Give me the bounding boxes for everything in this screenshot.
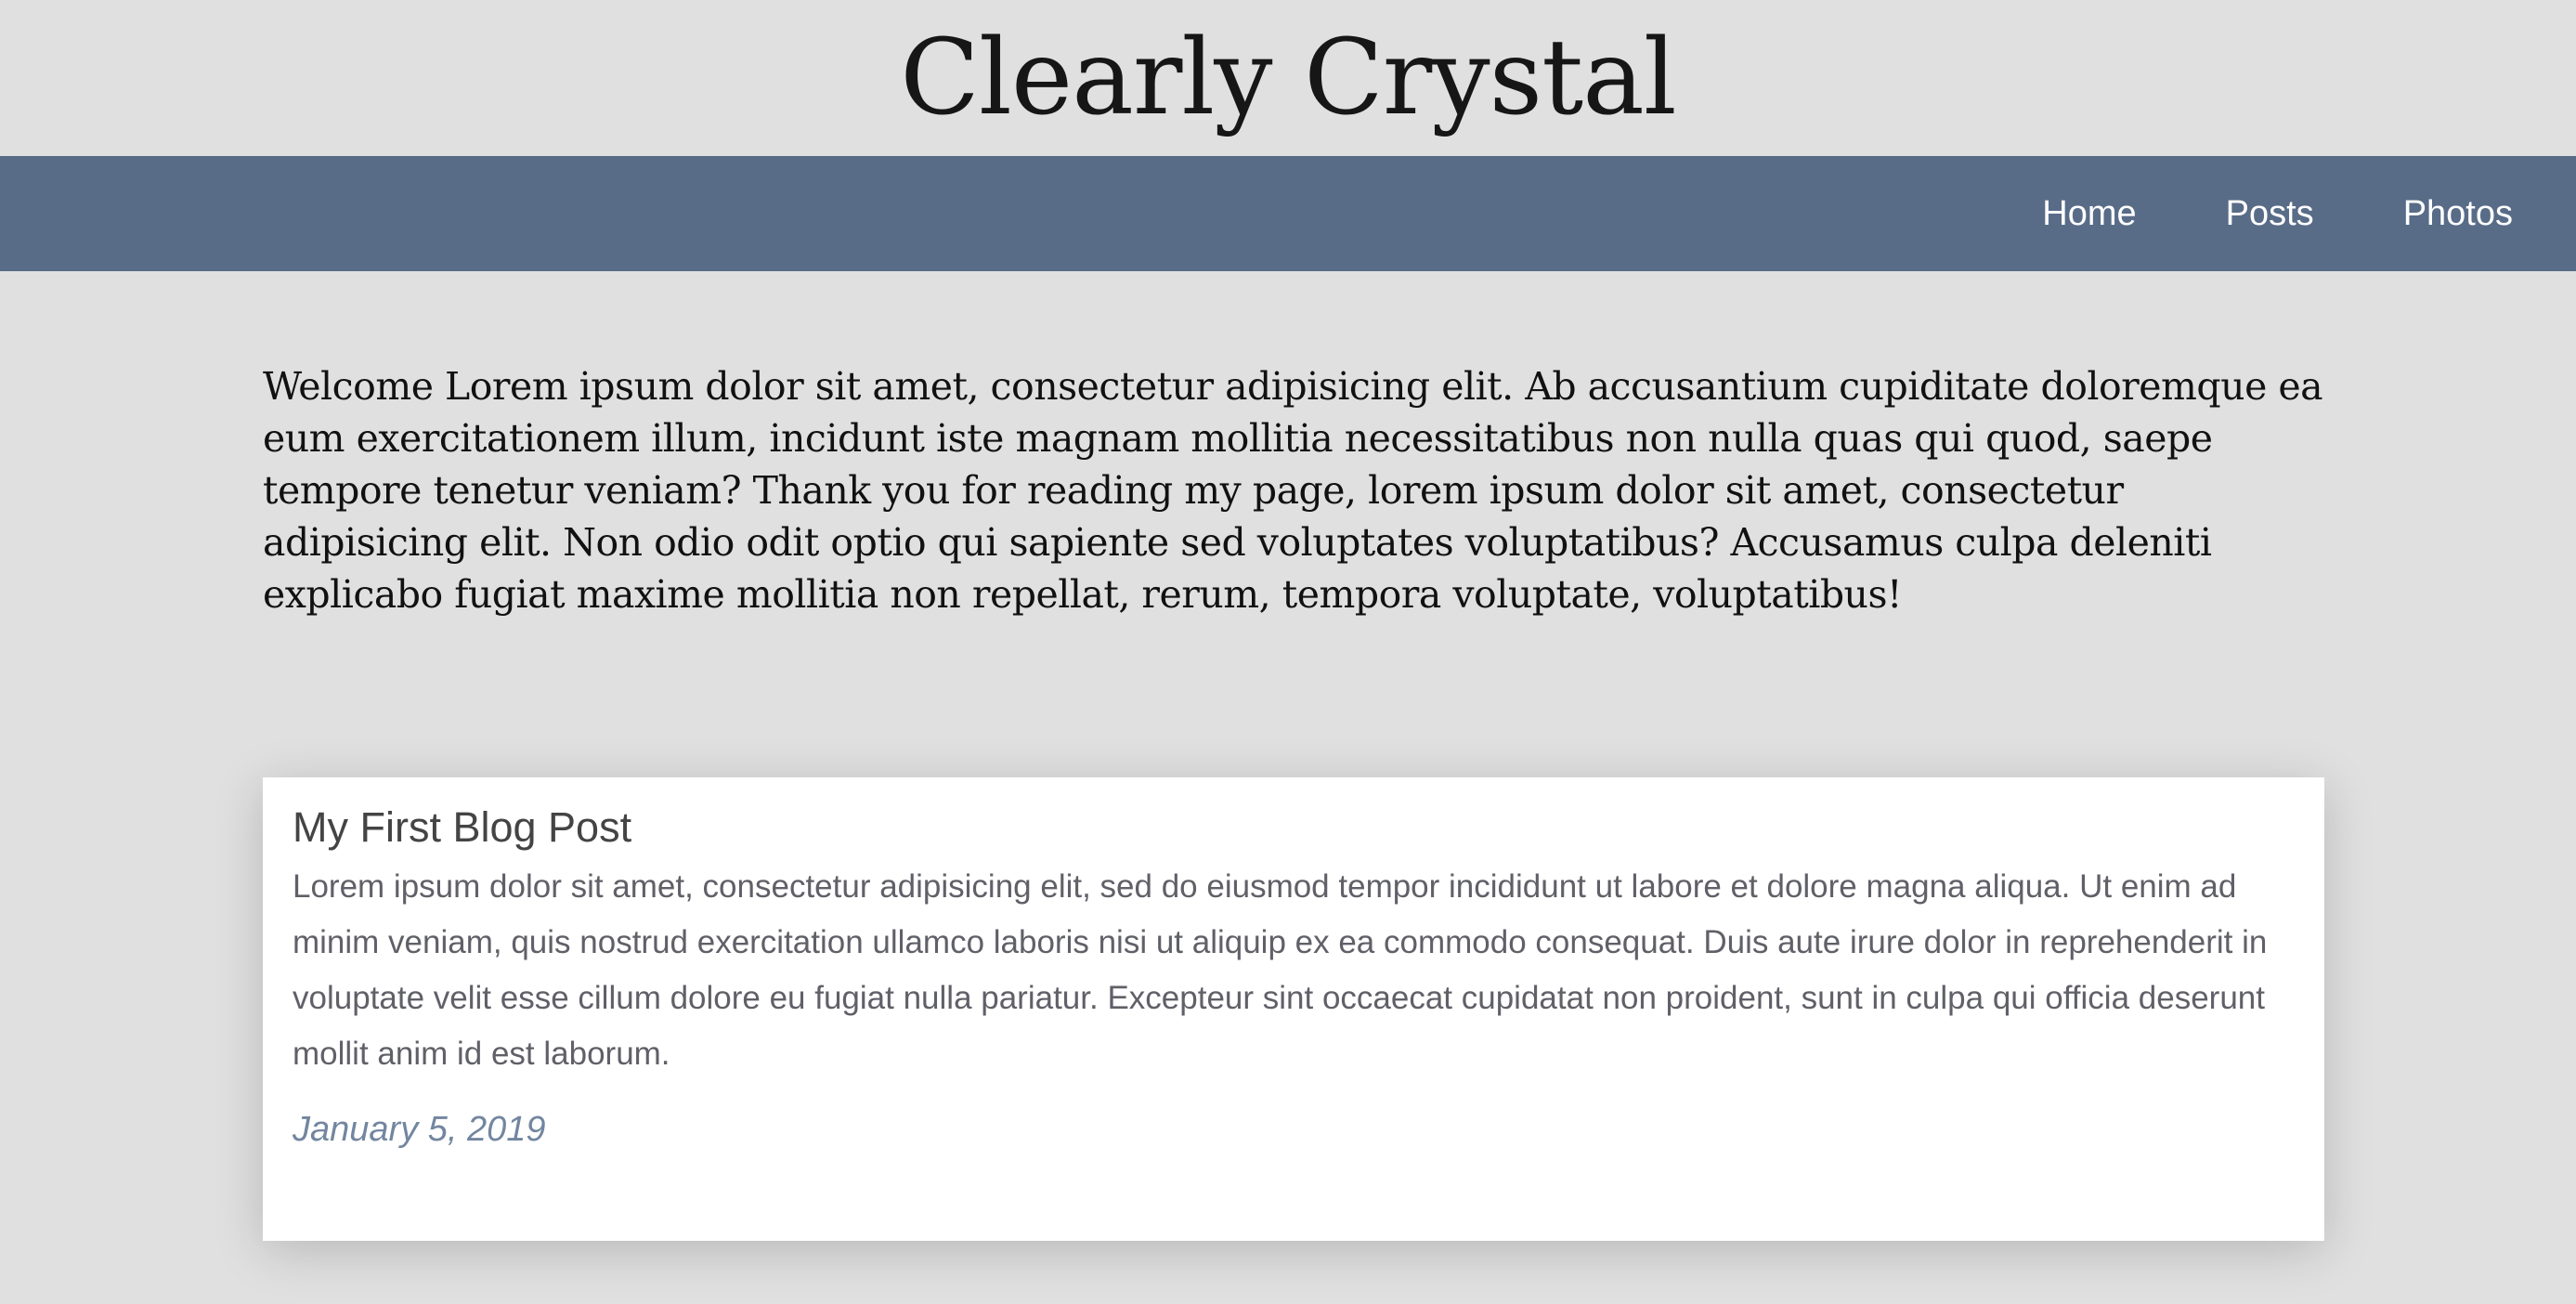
nav-home[interactable]: Home <box>2042 194 2136 234</box>
main-nav: Home Posts Photos <box>0 156 2576 271</box>
nav-posts[interactable]: Posts <box>2226 194 2314 234</box>
post-date: January 5, 2019 <box>293 1110 546 1149</box>
site-title: Clearly Crystal <box>900 18 1676 138</box>
post-body: Lorem ipsum dolor sit amet, consectetur … <box>293 868 2268 1072</box>
intro-text: Welcome Lorem ipsum dolor sit amet, cons… <box>263 364 2323 617</box>
post-title[interactable]: My First Blog Post <box>293 803 2295 852</box>
blog-post-card: My First Blog Post Lorem ipsum dolor sit… <box>263 777 2324 1241</box>
nav-photos[interactable]: Photos <box>2403 194 2513 234</box>
